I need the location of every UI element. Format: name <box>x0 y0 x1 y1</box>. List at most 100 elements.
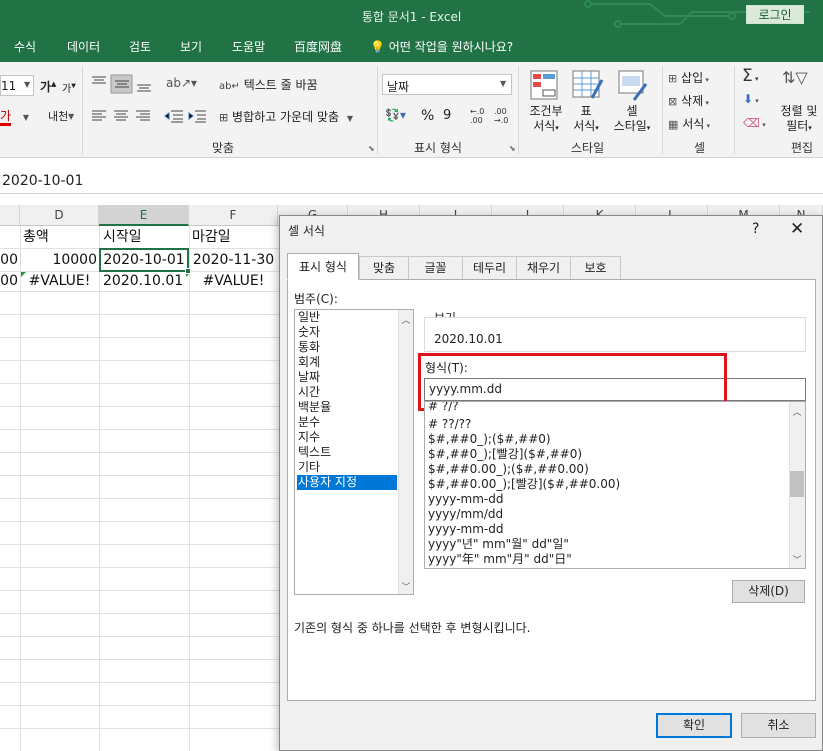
category-item[interactable]: 분수 <box>297 415 397 430</box>
increase-decimal-icon[interactable]: ←.0.00 <box>470 107 484 125</box>
category-item[interactable]: 날짜 <box>297 370 397 385</box>
format-item[interactable]: $#,##0_);($#,##0) <box>428 432 551 447</box>
align-horizontal-icons[interactable] <box>90 108 156 124</box>
scrollbar-thumb[interactable] <box>790 471 804 497</box>
indent-icons[interactable] <box>163 108 207 124</box>
format-item[interactable]: yyyy/mm/dd <box>428 507 503 522</box>
increase-font-button[interactable]: 가▲ <box>40 78 56 95</box>
tab-number[interactable]: 표시 형식 <box>287 253 359 280</box>
fill-handle[interactable] <box>185 268 191 274</box>
scroll-down-icon[interactable]: ﹀ <box>789 553 805 566</box>
tab-review[interactable]: 검토 <box>129 38 151 55</box>
tab-fill[interactable]: 채우기 <box>516 256 571 279</box>
conditional-format-button[interactable]: 조건부 서식▾ <box>526 104 566 136</box>
column-header-c[interactable] <box>0 205 20 226</box>
comma-style-button[interactable]: 9 <box>443 108 451 123</box>
tab-alignment[interactable]: 맞춤 <box>359 256 409 279</box>
tell-me-box[interactable]: 💡 어떤 작업을 원하시나요? <box>370 38 513 55</box>
column-header-f[interactable]: F <box>189 205 278 226</box>
format-item[interactable]: yyyy-mm-dd <box>428 522 503 537</box>
font-size-combo[interactable]: 11 ▼ <box>0 75 34 96</box>
dialog-launcher-icon[interactable]: ⬊ <box>509 144 516 153</box>
category-item[interactable]: 회계 <box>297 355 397 370</box>
cell-f2[interactable]: 2020-11-30 <box>189 250 278 270</box>
grid-line <box>0 613 280 614</box>
cell-e3[interactable]: 2020.10.01 <box>103 271 183 291</box>
insert-cells-button[interactable]: ⊞ 삽입 ▾ <box>668 69 709 86</box>
column-header-d[interactable]: D <box>20 205 99 226</box>
category-item[interactable]: 숫자 <box>297 325 397 340</box>
scroll-up-icon[interactable]: ︿ <box>398 313 414 326</box>
cell-c2[interactable]: 000 <box>0 250 18 270</box>
merge-center-button[interactable]: ⊞ 병합하고 가운데 맞춤 ▼ <box>219 108 353 125</box>
tab-formulas[interactable]: 수식 <box>14 38 36 55</box>
close-icon[interactable]: ✕ <box>790 219 804 239</box>
format-item[interactable]: yyyy"年" mm"月" dd"日" <box>428 552 572 567</box>
cell-f3[interactable]: #VALUE! <box>189 271 278 291</box>
format-item[interactable]: # ?/? <box>428 402 459 412</box>
fill-down-icon[interactable]: ⬇ ▾ <box>743 92 759 106</box>
category-item[interactable]: 시간 <box>297 385 397 400</box>
tab-help[interactable]: 도움말 <box>232 38 265 55</box>
format-item[interactable]: $#,##0_);[빨강]($#,##0) <box>428 447 582 462</box>
format-item[interactable]: yyyy"년" mm"월" dd"일" <box>428 537 569 552</box>
cell-d3[interactable]: #VALUE! <box>20 271 99 291</box>
font-color-button[interactable]: 가 ▼ <box>0 107 34 127</box>
number-format-combo[interactable]: 날짜 ▼ <box>382 74 512 95</box>
scroll-up-icon[interactable]: ︿ <box>789 405 805 418</box>
tab-view[interactable]: 보기 <box>180 38 202 55</box>
number-format-value: 날짜 <box>387 80 410 94</box>
cell-f1[interactable]: 마감일 <box>192 227 231 247</box>
category-item[interactable]: 통화 <box>297 340 397 355</box>
grid-line <box>99 226 100 751</box>
accounting-format-icon[interactable]: 💱▾ <box>385 108 406 122</box>
decrease-font-button[interactable]: 가▼ <box>62 80 76 95</box>
align-vertical-icons[interactable] <box>90 74 156 94</box>
delete-cells-button[interactable]: ⊠ 삭제 ▾ <box>668 92 709 109</box>
login-button[interactable]: 로그인 <box>746 5 804 24</box>
tab-border[interactable]: 테두리 <box>462 256 517 279</box>
format-item[interactable]: $#,##0.00_);[빨강]($#,##0.00) <box>428 477 620 492</box>
orientation-icon[interactable]: ab↗▾ <box>166 76 197 90</box>
formula-input[interactable]: 2020-10-01 <box>2 173 83 189</box>
category-item[interactable]: 기타 <box>297 460 397 475</box>
column-header-e[interactable]: E <box>99 205 189 226</box>
tab-data[interactable]: 데이터 <box>67 38 100 55</box>
format-as-table-button[interactable]: 표 서식▾ <box>568 104 604 136</box>
category-item[interactable]: 일반 <box>297 310 397 325</box>
ok-button[interactable]: 확인 <box>656 713 732 738</box>
category-item[interactable]: 지수 <box>297 430 397 445</box>
group-label-alignment: 맞춤 <box>212 141 235 155</box>
format-item[interactable]: $#,##0.00_);($#,##0.00) <box>428 462 589 477</box>
delete-format-button[interactable]: 삭제(D) <box>732 580 805 603</box>
cell-e1[interactable]: 시작일 <box>103 227 142 247</box>
category-item-selected[interactable]: 사용자 지정 <box>297 475 397 490</box>
percent-style-button[interactable]: % <box>421 108 434 124</box>
tab-protection[interactable]: 보호 <box>570 256 621 279</box>
category-scrollbar[interactable] <box>398 310 413 594</box>
cell-c3[interactable]: 000 <box>0 271 18 291</box>
decrease-decimal-icon[interactable]: .00 →.0 <box>494 107 508 125</box>
scroll-down-icon[interactable]: ﹀ <box>398 580 414 593</box>
cell-d1[interactable]: 총액 <box>23 227 49 247</box>
format-cells-button[interactable]: ▦ 서식 ▾ <box>668 115 710 132</box>
cell-styles-button[interactable]: 셀 스타일▾ <box>606 104 658 136</box>
tab-font[interactable]: 글꼴 <box>408 256 463 279</box>
cancel-button[interactable]: 취소 <box>741 713 816 738</box>
eraser-icon[interactable]: ⌫ ▾ <box>743 116 766 130</box>
help-icon[interactable]: ? <box>752 221 759 237</box>
wrap-text-button[interactable]: ab↵ 텍스트 줄 바꿈 <box>219 76 318 93</box>
category-item[interactable]: 백분율 <box>297 400 397 415</box>
grid-line <box>0 337 280 338</box>
font-size-value: 11 <box>1 79 17 93</box>
dialog-launcher-icon[interactable]: ⬊ <box>368 144 375 153</box>
category-item[interactable]: 텍스트 <box>297 445 397 460</box>
phonetic-guide-button[interactable]: 내천 <box>48 108 68 124</box>
format-item[interactable]: # ??/?? <box>428 417 471 432</box>
autosum-icon[interactable]: Σ ▾ <box>742 66 759 86</box>
sort-filter-button[interactable]: 정렬 및 필터▾ <box>776 104 822 136</box>
format-item[interactable]: yyyy-mm-dd <box>428 492 503 507</box>
cell-d2[interactable]: 10000 <box>20 250 97 270</box>
grid-line <box>0 383 280 384</box>
tab-baidu[interactable]: 百度网盘 <box>294 38 342 55</box>
